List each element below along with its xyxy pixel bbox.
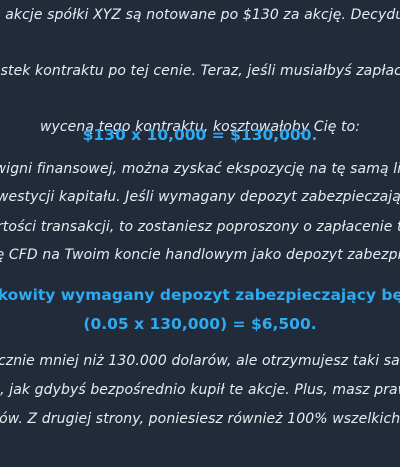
paragraph-line: ozycji, jak gdybyś bezpośrednio kupił te… (0, 382, 400, 398)
article-page: y, że akcje spółki XYZ są notowane po $1… (0, 0, 400, 467)
formula-margin: (0.05 x 130,000) = $6,500. (83, 315, 317, 333)
paragraph-line: zysków. Z drugiej strony, poniesiesz rów… (0, 411, 400, 427)
paragraph-line: znacznie mniej niż 130.000 dolarów, ale … (0, 353, 400, 369)
paragraph-line: c dźwigni finansowej, można zyskać ekspo… (0, 161, 400, 177)
paragraph-line: y, że akcje spółki XYZ są notowane po $1… (0, 7, 400, 23)
highlight-margin-sentence: ęc, całkowity wymagany depozyt zabezpiec… (0, 286, 400, 304)
paragraph-line: ostkę CFD na Twoim koncie handlowym jako… (0, 247, 400, 263)
paragraph-line: i wartości transakcji, to zostaniesz pop… (0, 219, 400, 235)
paragraph-line: ednostek kontraktu po tej cenie. Teraz, … (0, 63, 400, 79)
formula-total-cost: $130 x 10,000 = $130,000. (82, 126, 318, 144)
paragraph-line: ej inwestycji kapitału. Jeśli wymagany d… (0, 189, 400, 205)
